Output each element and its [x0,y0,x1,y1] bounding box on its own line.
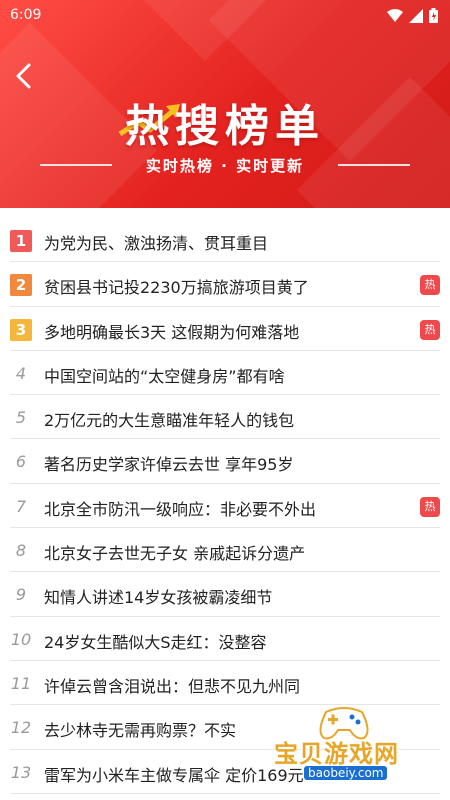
hot-badge: 热 [420,319,440,340]
rank-number: 1 [10,230,32,252]
subtitle-row: 实时热榜 · 实时更新 [0,155,450,175]
hot-search-title: 2万亿元的大生意瞄准年轻人的钱包 [44,411,295,431]
hot-search-title: 北京女子去世无子女 亲戚起诉分遗产 [44,544,306,564]
hot-search-item[interactable]: 9 知情人讲述14岁女孩被霸凌细节 [10,572,440,617]
hot-search-item[interactable]: 10 24岁女生酷似大S走红：没整容 [10,617,440,661]
hot-search-item[interactable]: 8 北京女子去世无子女 亲戚起诉分遗产 [10,528,440,573]
signal-icon [409,8,423,23]
rank-number: 2 [10,274,32,297]
hot-search-title: 24岁女生酷似大S走红：没整容 [44,632,267,652]
hot-search-title: 雷军为小米车主做专属伞 定价169元 [44,765,304,785]
page-subtitle: 实时热榜 · 实时更新 [145,157,305,175]
hot-search-title: 著名历史学家许倬云去世 享年95岁 [44,455,294,475]
hot-search-item[interactable]: 11 许倬云曾含泪说出：但悲不见九州同 [10,661,440,706]
hot-search-title: 为党为民、激浊扬清、贯耳重目 [44,234,269,253]
hot-badge: 热 [420,496,440,517]
watermark-text: 宝贝游戏网 [274,740,399,768]
hot-search-item[interactable]: 1 为党为民、激浊扬清、贯耳重目 [10,218,440,263]
hot-badge: 热 [420,275,440,296]
rank-number: 12 [10,718,32,738]
hot-search-title: 多地明确最长3天 这假期为何难落地 [44,322,300,342]
rank-number: 6 [15,452,27,472]
rank-number: 10 [10,629,32,649]
back-button[interactable] [12,62,40,92]
hot-search-title: 知情人讲述14岁女孩被霸凌细节 [44,588,273,608]
hot-search-title: 去少林寺无需再购票？不实 [44,721,237,741]
status-icons [387,8,438,23]
hot-search-title: 中国空间站的“太空健身房”都有啥 [44,366,285,386]
wifi-icon [387,8,403,22]
rank-number: 5 [15,408,27,428]
rank-number: 3 [10,318,32,341]
rank-number: 8 [15,541,27,561]
rank-number: 11 [10,673,32,693]
hot-search-item[interactable]: 3 多地明确最长3天 这假期为何难落地 热 [10,307,440,351]
header-banner: 6:09 热搜榜单 实时热榜 · 实时更新 [0,0,450,208]
rank-number: 4 [15,363,27,383]
hot-search-title: 许倬云曾含泪说出：但悲不见九州同 [44,676,301,696]
battery-icon [429,8,438,23]
hot-search-title: 贫困县书记投2230万搞旅游项目黄了 [44,278,309,298]
status-time: 6:09 [10,7,42,23]
back-arrow-icon [16,63,31,89]
hot-search-item[interactable]: 6 著名历史学家许倬云去世 享年95岁 [10,439,440,484]
rank-number: 13 [10,762,32,782]
rank-number: 9 [15,585,27,605]
hot-search-title: 北京全市防汛一级响应：非必要不外出 [44,499,317,519]
status-bar: 6:09 [0,0,450,32]
page-title: 热搜榜单 [125,101,325,152]
hot-search-item[interactable]: 5 2万亿元的大生意瞄准年轻人的钱包 [10,395,440,440]
hot-search-item[interactable]: 7 北京全市防汛一级响应：非必要不外出 热 [10,484,440,529]
watermark-url: baobeiy.com [304,766,388,780]
hot-search-item[interactable]: 4 中国空间站的“太空健身房”都有啥 [10,351,440,396]
hot-search-item[interactable]: 2 贫困县书记投2230万搞旅游项目黄了 热 [10,262,440,307]
rank-number: 7 [15,496,27,516]
watermark: 宝贝游戏网 baobeiy.com [274,702,450,800]
